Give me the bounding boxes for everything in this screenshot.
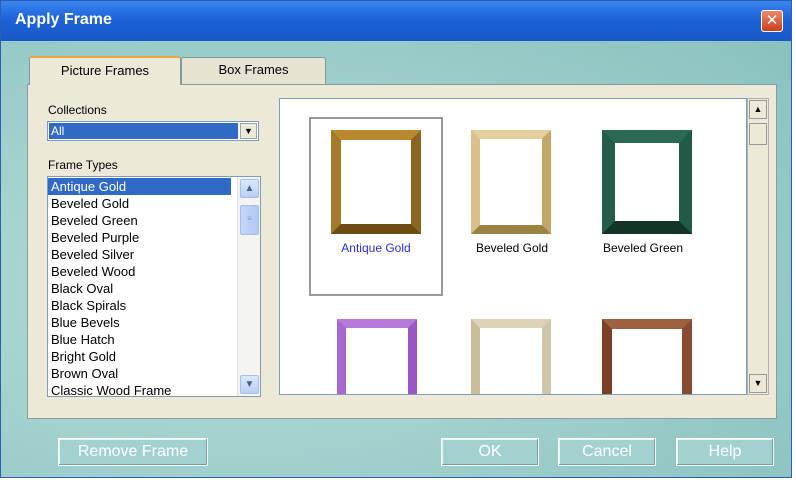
list-item[interactable]: Black Spirals — [48, 297, 231, 314]
title-bar: Apply Frame ✕ — [1, 1, 791, 41]
ok-label: OK — [478, 443, 502, 460]
collections-selected-value: All — [49, 123, 238, 139]
remove-frame-label: Remove Frame — [77, 443, 189, 460]
cancel-label: Cancel — [582, 443, 632, 460]
chevron-down-icon[interactable]: ▼ — [240, 123, 257, 139]
list-item[interactable]: Beveled Gold — [48, 195, 231, 212]
frame-tile[interactable] — [445, 314, 579, 394]
list-item[interactable]: Black Oval — [48, 280, 231, 297]
frame-tile-label: Antique Gold — [341, 241, 411, 255]
frame-tile-label: Beveled Green — [602, 241, 684, 255]
frame-tile-beveled-gold[interactable]: Beveled Gold — [445, 119, 579, 294]
list-item[interactable]: Bright Gold — [48, 348, 231, 365]
list-item[interactable]: Beveled Green — [48, 212, 231, 229]
list-item[interactable]: Beveled Purple — [48, 229, 231, 246]
tab-picture-frames[interactable]: Picture Frames — [29, 56, 181, 85]
beveled-purple-frame-image — [337, 319, 417, 394]
scroll-up-icon[interactable]: ▲ — [240, 179, 259, 198]
scroll-down-icon[interactable]: ▼ — [749, 374, 767, 393]
frame-tile-beveled-green[interactable]: Beveled Green — [576, 119, 710, 294]
collections-label: Collections — [48, 103, 107, 117]
beveled-gold-frame-image — [471, 130, 551, 234]
frame-tile[interactable] — [576, 314, 710, 394]
frame-types-items: Antique Gold Beveled Gold Beveled Green … — [48, 178, 231, 396]
help-button[interactable]: Help — [676, 438, 774, 466]
frame-types-list[interactable]: Antique Gold Beveled Gold Beveled Green … — [47, 176, 261, 397]
list-item[interactable]: Blue Hatch — [48, 331, 231, 348]
ok-button[interactable]: OK — [441, 438, 539, 466]
tab-box-frames[interactable]: Box Frames — [181, 57, 326, 84]
scroll-down-icon[interactable]: ▼ — [240, 375, 259, 394]
picture-frames-panel: Collections All ▼ Frame Types Antique Go… — [27, 84, 777, 419]
frame-gallery: Antique Gold Beveled Gold Beveled Green — [279, 98, 747, 395]
list-item[interactable]: Blue Bevels — [48, 314, 231, 331]
frame-types-scrollbar[interactable]: ▲ ≡ ▼ — [237, 177, 260, 396]
list-item[interactable]: Brown Oval — [48, 365, 231, 382]
list-item[interactable]: Antique Gold — [48, 178, 231, 195]
scroll-up-icon[interactable]: ▲ — [749, 100, 767, 119]
cancel-button[interactable]: Cancel — [558, 438, 656, 466]
beveled-wood-frame-image — [602, 319, 692, 394]
list-item[interactable]: Classic Wood Frame — [48, 382, 231, 396]
gallery-scrollbar[interactable]: ▲ ▼ — [747, 98, 769, 395]
apply-frame-dialog: Apply Frame ✕ Picture Frames Box Frames … — [0, 0, 792, 478]
beveled-silver-frame-image — [471, 319, 551, 394]
remove-frame-button[interactable]: Remove Frame — [58, 438, 208, 466]
scroll-thumb[interactable]: ≡ — [240, 205, 259, 235]
dialog-title: Apply Frame — [15, 11, 112, 28]
beveled-green-frame-image — [602, 130, 692, 234]
help-label: Help — [708, 443, 742, 460]
scroll-thumb[interactable] — [749, 123, 767, 145]
list-item[interactable]: Beveled Silver — [48, 246, 231, 263]
close-icon[interactable]: ✕ — [761, 10, 783, 32]
antique-gold-frame-image — [331, 130, 421, 234]
frame-types-label: Frame Types — [48, 158, 118, 172]
collections-dropdown[interactable]: All ▼ — [47, 121, 259, 141]
frame-tile-antique-gold[interactable]: Antique Gold — [309, 117, 443, 296]
list-item[interactable]: Beveled Wood — [48, 263, 231, 280]
frame-tile-label: Beveled Gold — [475, 241, 549, 255]
frame-tile[interactable] — [311, 314, 445, 394]
